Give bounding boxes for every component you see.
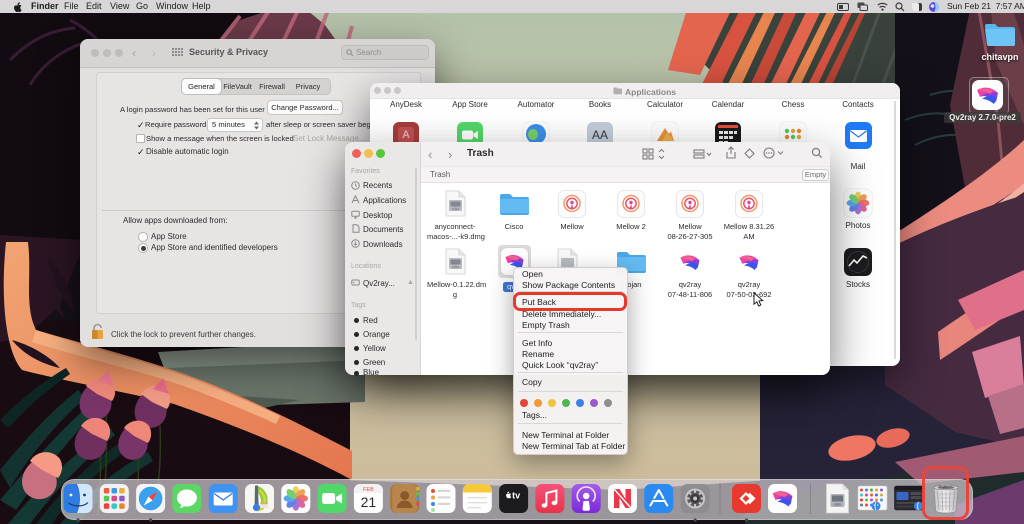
svg-text:21: 21 [361,494,377,510]
svg-text:FEB: FEB [363,487,374,493]
svg-text:tv: tv [512,491,520,501]
